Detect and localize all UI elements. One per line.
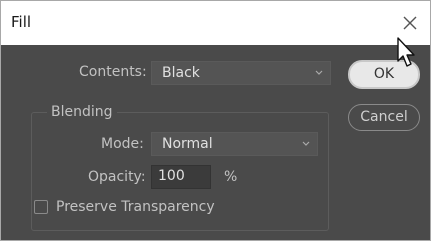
mode-label: Mode:	[101, 136, 144, 152]
dialog-body: Contents: Black Blending Mode: Normal Op…	[1, 45, 430, 240]
chevron-down-icon	[302, 141, 310, 146]
contents-select[interactable]: Black	[151, 61, 331, 85]
chevron-down-icon	[315, 70, 323, 75]
contents-label: Contents:	[79, 64, 147, 80]
mode-value: Normal	[162, 136, 213, 152]
contents-value: Black	[162, 65, 200, 81]
cancel-button[interactable]: Cancel	[348, 104, 420, 131]
title-bar: Fill	[1, 1, 430, 45]
fill-dialog: Fill Contents: Black Blending Mode: Norm…	[0, 0, 431, 241]
close-icon[interactable]	[399, 12, 421, 34]
mouse-pointer-icon	[397, 37, 415, 67]
mode-select[interactable]: Normal	[151, 132, 318, 156]
dialog-title: Fill	[11, 13, 32, 31]
blending-group-label: Blending	[47, 104, 117, 120]
opacity-input[interactable]: 100	[151, 165, 211, 189]
opacity-label: Opacity:	[88, 169, 146, 185]
preserve-transparency-checkbox[interactable]	[34, 200, 48, 214]
preserve-transparency-label[interactable]: Preserve Transparency	[56, 199, 215, 215]
opacity-unit: %	[224, 169, 238, 185]
